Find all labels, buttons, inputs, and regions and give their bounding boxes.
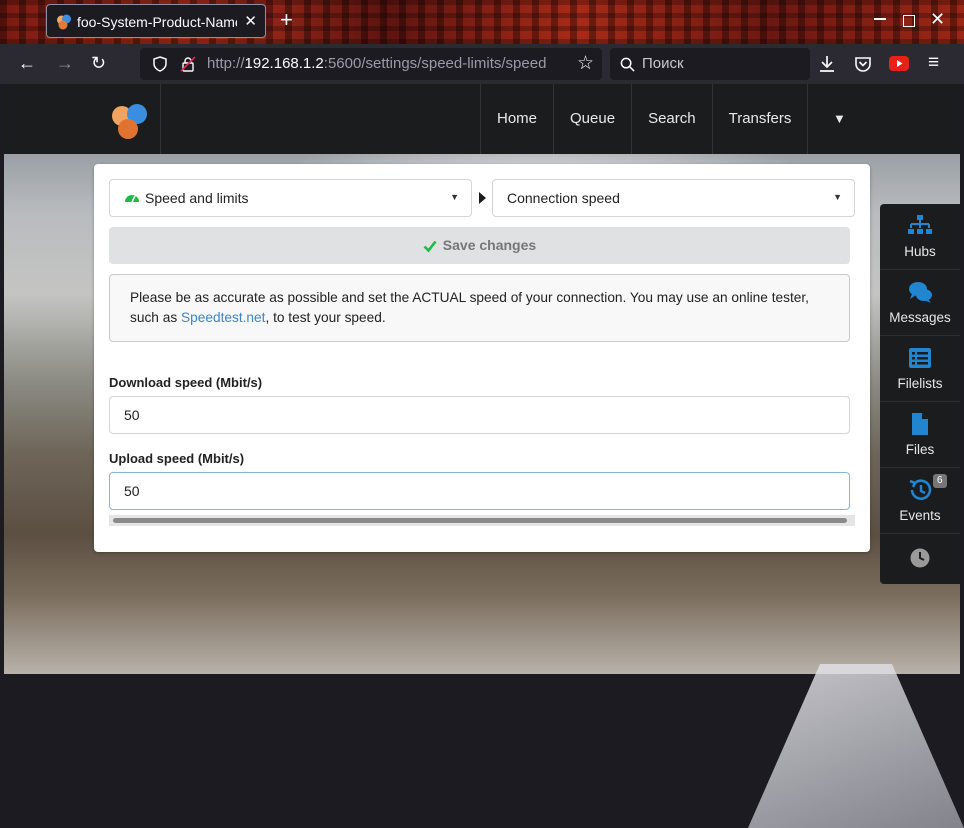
new-tab-icon[interactable]: +: [280, 8, 293, 32]
url-path: :5600/settings/speed-limits/speed: [323, 55, 547, 72]
sidebar-item-label: Filelists: [897, 376, 943, 391]
tab-title: foo-System-Product-Name: [77, 14, 237, 30]
speedtest-link[interactable]: Speedtest.net: [181, 310, 265, 325]
tab-close-icon[interactable]: ✕: [244, 12, 257, 30]
speedometer-icon: [125, 195, 139, 203]
page-dropdown-caret-icon: ▼: [833, 192, 842, 202]
app-header: Home Queue Search Transfers ▼: [4, 84, 960, 154]
browser-titlebar: foo-System-Product-Name ✕ + ✕: [0, 0, 964, 44]
sidebar-item-label: Files: [905, 442, 935, 457]
sidebar-item-hubs[interactable]: Hubs: [880, 204, 960, 270]
menu-item-transfers[interactable]: Transfers: [711, 84, 808, 154]
settings-panel: Speed and limits ▼ Connection speed ▼ Sa…: [94, 164, 870, 552]
save-button-content: Save changes: [109, 237, 850, 253]
window-maximize-icon[interactable]: [903, 15, 915, 27]
clock-icon: [910, 548, 930, 568]
section-dropdown-value: Speed and limits: [145, 190, 249, 206]
bookmark-star-icon[interactable]: ☆: [577, 52, 594, 75]
url-prefix: http://: [207, 55, 245, 72]
events-count-badge: 6: [933, 474, 947, 488]
sidebar-item-messages[interactable]: Messages: [880, 270, 960, 336]
shield-icon[interactable]: [152, 56, 168, 72]
main-menu: Home Queue Search Transfers ▼: [480, 84, 870, 154]
right-sidebar: Hubs Messages Filelists Files 6 Events: [880, 204, 960, 584]
sidebar-item-label: Messages: [889, 310, 951, 325]
breadcrumb-arrow-icon: [479, 192, 486, 204]
background-road: [748, 664, 964, 828]
upload-speed-input[interactable]: [109, 472, 850, 510]
app-favicon-icon: [57, 14, 71, 30]
youtube-icon[interactable]: [889, 56, 909, 71]
menu-item-home[interactable]: Home: [480, 84, 553, 154]
back-icon[interactable]: ←: [18, 52, 36, 74]
horizontal-scrollbar[interactable]: [109, 515, 855, 526]
list-alt-icon: [909, 348, 931, 368]
menu-item-queue[interactable]: Queue: [553, 84, 631, 154]
section-dropdown[interactable]: Speed and limits ▼: [109, 179, 472, 217]
browser-toolbar: ← → ↻ http://192.168.1.2:5600/settings/s…: [0, 44, 964, 84]
scrollbar-thumb[interactable]: [113, 518, 847, 523]
hamburger-menu-icon[interactable]: ≡: [928, 52, 939, 74]
file-icon: [912, 413, 928, 435]
page-dropdown-value: Connection speed: [507, 190, 620, 206]
sitemap-icon: [908, 215, 932, 234]
header-divider: [160, 84, 161, 154]
sidebar-item-files[interactable]: Files: [880, 402, 960, 468]
checkmark-icon: [423, 240, 437, 253]
message-text-end: , to test your speed.: [265, 310, 386, 325]
menu-more-chevron-down-icon[interactable]: ▼: [807, 84, 870, 154]
download-speed-label: Download speed (Mbit/s): [109, 375, 263, 390]
info-message: Please be as accurate as possible and se…: [109, 274, 850, 342]
download-speed-input[interactable]: [109, 396, 850, 434]
save-changes-button[interactable]: Save changes: [109, 227, 850, 264]
sidebar-item-filelists[interactable]: Filelists: [880, 336, 960, 402]
save-button-label: Save changes: [442, 237, 537, 253]
pocket-icon[interactable]: [854, 55, 872, 73]
browser-tab[interactable]: foo-System-Product-Name ✕: [46, 4, 266, 38]
window-close-icon[interactable]: ✕: [930, 9, 945, 30]
search-placeholder: Поиск: [642, 55, 684, 72]
forward-icon[interactable]: →: [56, 52, 74, 74]
history-icon: [909, 479, 932, 500]
url-text[interactable]: http://192.168.1.2:5600/settings/speed-l…: [207, 55, 565, 72]
page-dropdown[interactable]: Connection speed ▼: [492, 179, 855, 217]
sidebar-item-label: Hubs: [904, 244, 936, 259]
window-minimize-icon[interactable]: [874, 18, 886, 20]
sidebar-item-events[interactable]: 6 Events: [880, 468, 960, 534]
search-bar[interactable]: Поиск: [610, 48, 810, 80]
app-logo-icon[interactable]: [109, 102, 149, 140]
comments-icon: [909, 282, 932, 303]
url-host: 192.168.1.2: [244, 55, 324, 72]
lock-icon[interactable]: [180, 56, 196, 72]
upload-speed-label: Upload speed (Mbit/s): [109, 451, 245, 466]
address-bar[interactable]: http://192.168.1.2:5600/settings/speed-l…: [140, 48, 602, 80]
download-icon[interactable]: [819, 55, 835, 73]
search-icon: [620, 57, 635, 72]
menu-item-search[interactable]: Search: [631, 84, 712, 154]
section-dropdown-caret-icon: ▼: [450, 192, 459, 202]
sidebar-item-label: Events: [899, 508, 941, 523]
sidebar-item-clock[interactable]: [880, 534, 960, 600]
reload-icon[interactable]: ↻: [91, 52, 106, 74]
